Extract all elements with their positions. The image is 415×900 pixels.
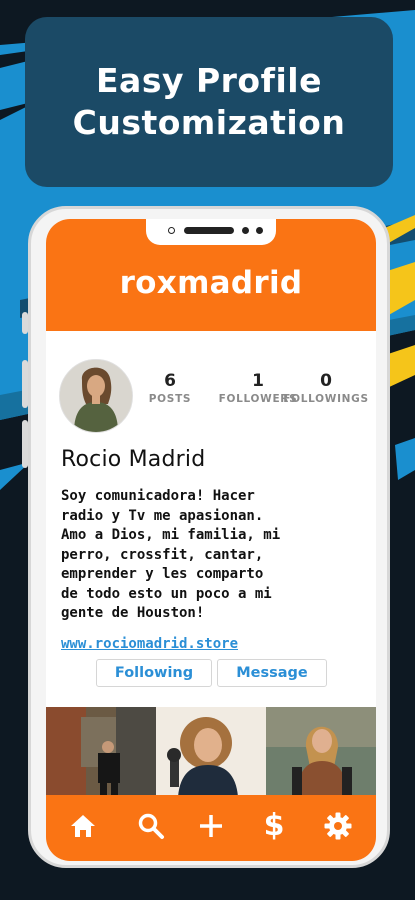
sensor-dot	[256, 227, 263, 234]
stat-posts-label: POSTS	[148, 393, 192, 405]
profile-bio: Soy comunicadora! Hacer radio y Tv me ap…	[61, 488, 281, 621]
photo-grid	[46, 707, 376, 797]
headline-line-1: Easy Profile	[96, 61, 322, 100]
phone-screen: roxmadrid 6 POSTS 1 FOLLOWERS 0 FOLLOWIN…	[46, 219, 376, 861]
stat-followings-value: 0	[320, 371, 332, 391]
home-icon[interactable]	[67, 810, 99, 842]
headline-card: Easy Profile Customization	[25, 17, 393, 187]
stat-posts[interactable]: 6 POSTS	[132, 371, 208, 407]
following-button[interactable]: Following	[96, 659, 212, 687]
phone-notch	[146, 219, 276, 245]
settings-icon[interactable]	[322, 810, 354, 842]
bottom-nav-bar: $	[46, 795, 376, 861]
stat-posts-value: 6	[164, 371, 176, 391]
headline-line-2: Customization	[72, 103, 346, 142]
photo-thumbnail[interactable]	[46, 707, 156, 797]
phone-frame: roxmadrid 6 POSTS 1 FOLLOWERS 0 FOLLOWIN…	[28, 206, 390, 868]
avatar-image	[60, 360, 132, 432]
profile-username: roxmadrid	[119, 265, 303, 301]
camera-icon	[168, 227, 175, 234]
profile-website-link[interactable]: www.rociomadrid.store	[61, 636, 238, 652]
message-button[interactable]: Message	[217, 659, 327, 687]
stat-followings-label: FOLLOWINGS	[283, 393, 369, 405]
photo-thumbnail[interactable]	[156, 707, 266, 797]
stat-followings[interactable]: 0 FOLLOWINGS	[276, 371, 376, 407]
dollar-glyph: $	[263, 808, 285, 843]
avatar[interactable]	[59, 359, 133, 433]
search-icon[interactable]	[135, 810, 167, 842]
dollar-icon[interactable]: $	[258, 810, 290, 842]
photo-thumbnail[interactable]	[266, 707, 376, 797]
profile-full-name: Rocio Madrid	[61, 447, 206, 472]
add-icon[interactable]	[195, 810, 227, 842]
speaker-grille	[184, 227, 234, 234]
sensor-dot	[242, 227, 249, 234]
